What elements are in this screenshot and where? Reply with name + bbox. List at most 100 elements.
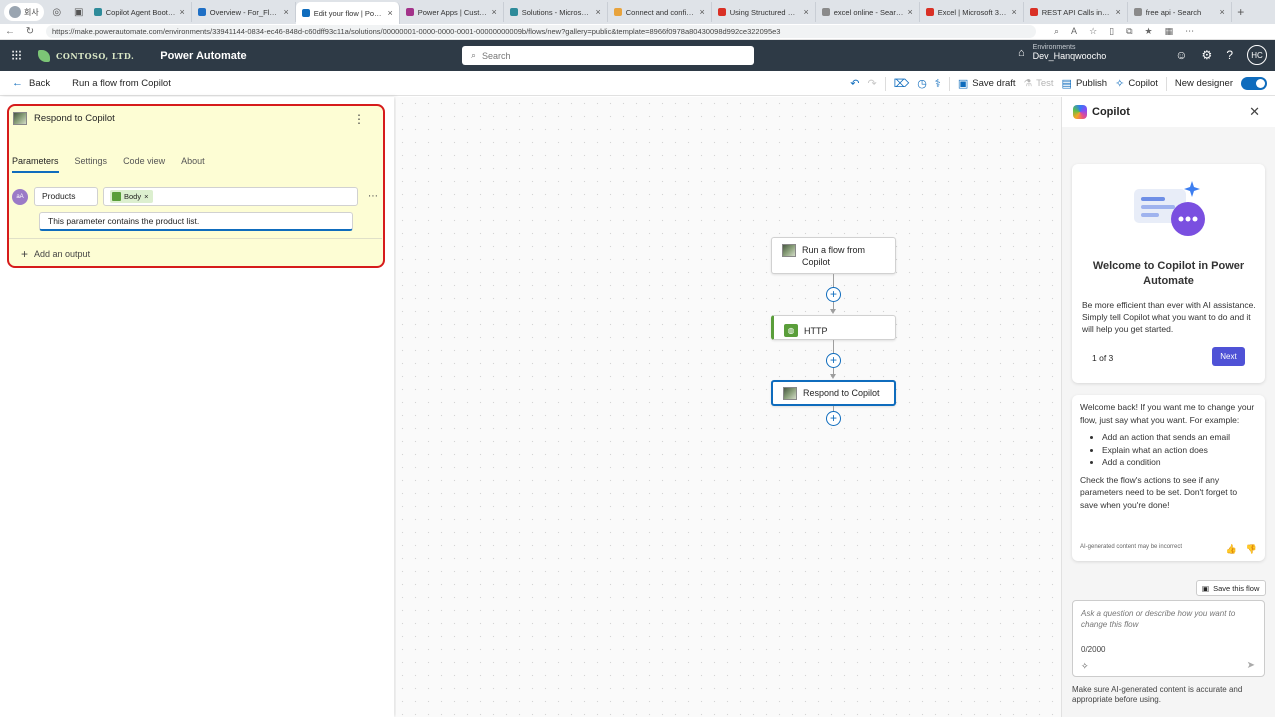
- thumbs-up-icon[interactable]: 👍: [1226, 543, 1237, 556]
- copilot-button[interactable]: ✧ Copilot: [1115, 77, 1158, 90]
- plus-icon: +: [21, 247, 29, 261]
- welcome-card: Welcome to Copilot in Power Automate Be …: [1072, 164, 1265, 383]
- tab-favicon-icon: [301, 9, 310, 17]
- thumbs-down-icon[interactable]: 👎: [1246, 543, 1257, 556]
- welcome-body: Be more efficient than ever with AI assi…: [1082, 300, 1256, 334]
- parameter-value-input[interactable]: Body ×: [103, 187, 358, 206]
- browser-tab[interactable]: Using Structured Data wit×: [712, 2, 816, 22]
- feedback-icon[interactable]: ☺: [1175, 48, 1187, 62]
- split-screen-icon[interactable]: ▯: [1109, 26, 1114, 37]
- environment-name: Dev_Hanqwoocho: [1032, 51, 1107, 61]
- tab-parameters[interactable]: Parameters: [12, 156, 59, 173]
- profile-button[interactable]: 회사: [4, 3, 44, 21]
- copilot-prompt-input[interactable]: Ask a question or describe how you want …: [1072, 600, 1265, 677]
- publish-button[interactable]: ▤ Publish: [1062, 77, 1108, 90]
- workspaces-icon[interactable]: ◎: [48, 3, 66, 21]
- environment-icon: ⌂: [1018, 46, 1025, 59]
- extensions-icon[interactable]: ⧉: [1126, 26, 1132, 37]
- favorite-icon[interactable]: ☆: [1089, 26, 1097, 37]
- tab-close-icon[interactable]: ×: [491, 7, 496, 17]
- browser-tab[interactable]: Edit your flow | Power Aut×: [295, 2, 400, 24]
- tab-close-icon[interactable]: ×: [699, 7, 704, 17]
- redo-icon[interactable]: ↷: [868, 77, 877, 90]
- browser-back-icon[interactable]: ←: [0, 26, 20, 37]
- ai-disclaimer-note: AI-generated content may be incorrect: [1080, 543, 1183, 550]
- browser-tabstrip: 회사 ◎ ▣ Copilot Agent BootCamp×Overview -…: [0, 0, 1275, 24]
- designer-canvas[interactable]: Run a flow from Copilot + ◍ HTTP + Respo…: [396, 97, 1061, 717]
- tab-close-icon[interactable]: ×: [595, 7, 600, 17]
- tab-close-icon[interactable]: ×: [1115, 7, 1120, 17]
- tab-actions-icon[interactable]: ▣: [70, 3, 88, 21]
- flow-checker-icon[interactable]: ⚕: [935, 77, 941, 90]
- tab-about[interactable]: About: [181, 156, 205, 173]
- parameter-more-icon[interactable]: ⋯: [368, 191, 378, 202]
- app-launcher-icon[interactable]: ⁝⁝⁝: [0, 47, 32, 64]
- undo-icon[interactable]: ↶: [850, 77, 859, 90]
- tab-close-icon[interactable]: ×: [283, 7, 288, 17]
- browser-tab[interactable]: Copilot Agent BootCamp×: [88, 2, 192, 22]
- browser-refresh-icon[interactable]: ↻: [20, 26, 40, 37]
- tab-close-icon[interactable]: ×: [907, 7, 912, 17]
- zoom-icon[interactable]: ⌕: [1054, 26, 1059, 37]
- add-output-button[interactable]: + Add an output: [21, 247, 90, 261]
- browser-tab[interactable]: excel online - Search ×: [816, 2, 920, 22]
- tab-code-view[interactable]: Code view: [123, 156, 165, 173]
- test-button[interactable]: ⚗ Test: [1024, 78, 1054, 89]
- save-this-flow-button[interactable]: ▣ Save this flow: [1196, 580, 1266, 596]
- insert-step-button[interactable]: +: [826, 287, 841, 302]
- new-designer-toggle[interactable]: [1241, 77, 1267, 90]
- brand[interactable]: CONTOSO, LTD. Power Automate: [38, 49, 247, 62]
- tab-close-icon[interactable]: ×: [1011, 7, 1016, 17]
- trigger-node[interactable]: Run a flow from Copilot: [771, 237, 896, 274]
- tab-settings[interactable]: Settings: [75, 156, 108, 173]
- back-button[interactable]: ← Back: [12, 77, 50, 89]
- publish-icon: ▤: [1061, 78, 1072, 90]
- favorites-bar-icon[interactable]: ★: [1145, 26, 1153, 37]
- respond-to-copilot-node[interactable]: Respond to Copilot: [771, 380, 896, 406]
- add-step-button[interactable]: +: [826, 411, 841, 426]
- read-aloud-icon[interactable]: A: [1071, 26, 1077, 37]
- prompt-guide-sparkle-icon[interactable]: ✧: [1081, 661, 1089, 672]
- url-field[interactable]: https://make.powerautomate.com/environme…: [46, 25, 1036, 38]
- parameter-name-input[interactable]: Products: [34, 187, 98, 206]
- browser-tab[interactable]: Power Apps | Custom con×: [400, 2, 504, 22]
- close-icon[interactable]: ✕: [1249, 104, 1260, 120]
- user-avatar[interactable]: HC: [1247, 45, 1267, 65]
- new-tab-button[interactable]: +: [1232, 5, 1250, 19]
- search-input[interactable]: ⌕ Search: [462, 46, 754, 65]
- send-icon[interactable]: ➤: [1247, 660, 1255, 671]
- card-title[interactable]: Respond to Copilot: [34, 113, 115, 124]
- tab-close-icon[interactable]: ×: [179, 7, 184, 17]
- tab-favicon-icon: [405, 8, 414, 16]
- environment-picker[interactable]: ⌂ Environments Dev_Hanqwoocho: [1018, 44, 1106, 61]
- browser-tab[interactable]: Connect and configure an×: [608, 2, 712, 22]
- parameter-description-input[interactable]: This parameter contains the product list…: [39, 212, 353, 231]
- tab-title: Connect and configure an: [625, 7, 696, 17]
- next-button[interactable]: Next: [1212, 347, 1245, 366]
- tab-list: Copilot Agent BootCamp×Overview - For_Fl…: [88, 0, 1232, 24]
- browser-tab[interactable]: Excel | Microsoft 365 Cop×: [920, 2, 1024, 22]
- help-icon[interactable]: ?: [1226, 48, 1233, 62]
- http-node[interactable]: ◍ HTTP: [771, 315, 896, 340]
- browser-tab[interactable]: Solutions - Microsoft Cop×: [504, 2, 608, 22]
- body-token[interactable]: Body ×: [110, 190, 153, 203]
- connector-arrow: [830, 374, 836, 379]
- browser-tab[interactable]: free api - Search ×: [1128, 2, 1232, 22]
- divider: [9, 238, 382, 239]
- tab-close-icon[interactable]: ×: [803, 7, 808, 17]
- settings-gear-icon[interactable]: ⚙: [1202, 48, 1213, 62]
- collections-icon[interactable]: ▦: [1165, 26, 1174, 37]
- comments-icon[interactable]: ⌦: [894, 77, 910, 90]
- tab-close-icon[interactable]: ×: [1219, 7, 1224, 17]
- more-options-icon[interactable]: ⋮: [353, 112, 365, 126]
- insert-step-button[interactable]: +: [826, 353, 841, 368]
- save-draft-button[interactable]: ▣ Save draft: [958, 77, 1016, 90]
- browser-menu-icon[interactable]: ⋯: [1185, 26, 1194, 37]
- version-history-icon[interactable]: ◷: [917, 77, 927, 90]
- token-remove-icon[interactable]: ×: [144, 192, 148, 201]
- tab-close-icon[interactable]: ×: [387, 8, 392, 18]
- tab-title: free api - Search: [1145, 7, 1202, 17]
- browser-tab[interactable]: REST API Calls in Power A×: [1024, 2, 1128, 22]
- http-token-icon: [112, 192, 121, 201]
- browser-tab[interactable]: Overview - For_Flow | Mic×: [192, 2, 296, 22]
